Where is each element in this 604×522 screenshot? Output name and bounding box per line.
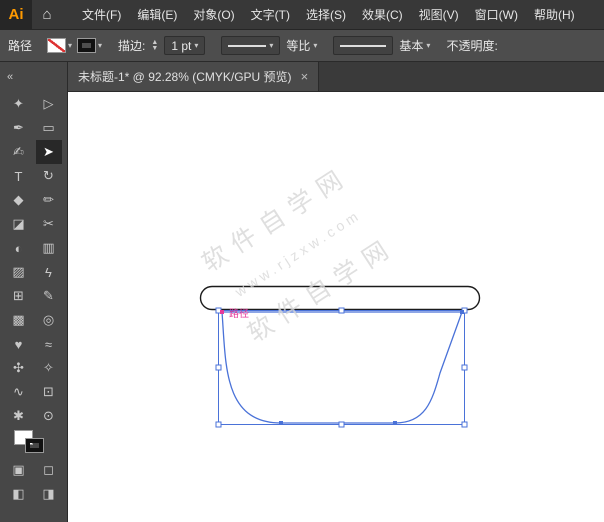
tool-grid: ✦ ▷ ✒ ▭ ✍ ➤ T ↻ ◆ ✏ ◪ ✂ ◐ ▥ ▨ ϟ ⊞ ✎ ▩ ◎ ♥ ≈ ✣ ✧ ∿ ⊡ ✱ ⊙ xyxy=(0,92,67,428)
width-profile-preview xyxy=(228,44,267,47)
stroke-swatch-caret-icon[interactable]: ▾ xyxy=(98,41,102,50)
stroke-indicator[interactable] xyxy=(26,439,43,452)
menu-view[interactable]: 视图(V) xyxy=(411,0,467,30)
document-tab-title: 未标题-1* @ 92.28% (CMYK/GPU 预览) xyxy=(78,70,292,84)
collapse-toolbar-button[interactable]: « xyxy=(0,62,67,92)
fill-stroke-indicator[interactable] xyxy=(15,431,55,457)
highlighted-anchor[interactable] xyxy=(220,310,224,314)
anchor-points[interactable] xyxy=(220,310,464,425)
draw-behind-mode-tool[interactable]: ◻ xyxy=(36,458,62,482)
type-tool[interactable]: T xyxy=(6,164,32,188)
pencil-tool[interactable]: ✏ xyxy=(36,188,62,212)
pen-tool[interactable]: ✒ xyxy=(6,116,32,140)
shaper-tool[interactable]: ⊞ xyxy=(6,284,32,308)
brush-definition-label: 基本 xyxy=(399,39,424,53)
menu-object[interactable]: 对象(O) xyxy=(185,0,242,30)
change-screen-mode-tool[interactable]: ◨ xyxy=(36,482,62,506)
tab-close-icon[interactable]: × xyxy=(301,69,309,84)
mesh-tool[interactable]: ▨ xyxy=(6,260,32,284)
fill-swatch-caret-icon[interactable]: ▾ xyxy=(68,41,72,50)
main-area: « ✦ ▷ ✒ ▭ ✍ ➤ T ↻ ◆ ✏ ◪ ✂ ◐ ▥ ▨ ϟ ⊞ ✎ ▩ ◎ ♥ ≈ ✣ ✧ ∿ ⊡ ✱ ⊙ ▣ ◻ ◧ ◨ 未标题-… xyxy=(0,62,604,522)
selection-type-label: 路径 xyxy=(8,39,33,53)
draw-normal-mode-tool[interactable]: ▣ xyxy=(6,458,32,482)
hand-tool[interactable]: ✱ xyxy=(6,404,32,428)
artboard-drawing: 路径 xyxy=(199,285,481,428)
width-tool-tool[interactable]: ✣ xyxy=(6,356,32,380)
menu-items: 文件(F) 编辑(E) 对象(O) 文字(T) 选择(S) 效果(C) 视图(V) 窗口(W)… xyxy=(74,0,583,30)
smooth-tool[interactable]: ∿ xyxy=(6,380,32,404)
tool-grid-bottom: ▣ ◻ ◧ ◨ xyxy=(0,458,67,506)
magic-wand-tool[interactable]: ✦ xyxy=(6,92,32,116)
pill-rectangle-shape[interactable] xyxy=(199,285,481,311)
illustrator-window: Ai ⌂ 文件(F) 编辑(E) 对象(O) 文字(T) 选择(S) 效果(C) 视图(V)… xyxy=(0,0,604,522)
menu-type[interactable]: 文字(T) xyxy=(243,0,298,30)
selected-basket-path[interactable] xyxy=(221,311,463,424)
symbol-sprayer-tool[interactable]: ◎ xyxy=(36,308,62,332)
stroke-weight-stepper[interactable]: ▲ ▼ xyxy=(151,39,158,52)
menu-file[interactable]: 文件(F) xyxy=(74,0,129,30)
blend-tool[interactable]: ≈ xyxy=(36,332,62,356)
direct-selection-tool[interactable]: ▷ xyxy=(36,92,62,116)
brush-definition-dropdown[interactable] xyxy=(333,36,394,55)
stroke-weight-label: 描边: xyxy=(118,39,146,53)
column-graph-tool[interactable]: ▥ xyxy=(36,236,62,260)
knife-tool[interactable]: ◆ xyxy=(6,188,32,212)
curvature-tool[interactable]: ✎ xyxy=(36,284,62,308)
path-type-tooltip: 路径 xyxy=(229,307,249,320)
menu-bar: Ai ⌂ 文件(F) 编辑(E) 对象(O) 文字(T) 选择(S) 效果(C) 视图(V)… xyxy=(0,0,604,30)
document-tab[interactable]: 未标题-1* @ 92.28% (CMYK/GPU 预览) × xyxy=(68,62,320,91)
width-profile-caret-icon: ▾ xyxy=(269,41,274,50)
menu-window[interactable]: 窗口(W) xyxy=(467,0,526,30)
brush-definition-preview xyxy=(340,44,387,47)
control-bar: 路径 ▾ ▾ 描边: ▲ ▼ 1 pt ▾ ▾ 等比 ▾ 基本 ▾ 不透明度: xyxy=(0,30,604,62)
perspective-grid-tool[interactable]: ▩ xyxy=(6,308,32,332)
menu-effect[interactable]: 效果(C) xyxy=(354,0,411,30)
width-profile-label-caret-icon[interactable]: ▾ xyxy=(313,41,317,50)
stroke-color-swatch[interactable] xyxy=(78,39,96,52)
width-profile-dropdown[interactable]: ▾ xyxy=(221,36,281,55)
screen-mode-tool[interactable]: ◧ xyxy=(6,482,32,506)
zoom-tool[interactable]: ⊙ xyxy=(36,404,62,428)
home-icon[interactable]: ⌂ xyxy=(32,6,62,23)
gradient-tool[interactable]: ◐ xyxy=(6,236,32,260)
document-area: 未标题-1* @ 92.28% (CMYK/GPU 预览) × 软件自学网 ww… xyxy=(68,62,604,522)
app-logo: Ai xyxy=(0,0,32,30)
fill-color-swatch[interactable] xyxy=(48,39,66,52)
eraser-tool[interactable]: ◪ xyxy=(6,212,32,236)
slice-tool[interactable]: ϟ xyxy=(36,260,62,284)
stroke-weight-value: 1 pt xyxy=(171,38,192,53)
canvas[interactable]: 软件自学网 www.rjzxw.com 软件自学网 路径 xyxy=(68,92,604,522)
stroke-weight-caret-icon: ▾ xyxy=(194,41,199,50)
menu-help[interactable]: 帮助(H) xyxy=(526,0,583,30)
rectangle-tool[interactable]: ▭ xyxy=(36,116,62,140)
selection-tool[interactable]: ➤ xyxy=(35,140,62,164)
selection-handles[interactable] xyxy=(215,307,468,428)
eyedropper-tool[interactable]: ✧ xyxy=(36,356,62,380)
menu-edit[interactable]: 编辑(E) xyxy=(129,0,185,30)
selection-bounding-box xyxy=(218,310,465,425)
paintbrush-tool[interactable]: ✍ xyxy=(6,140,32,164)
artboard-tool[interactable]: ⊡ xyxy=(36,380,62,404)
brush-definition-caret-icon[interactable]: ▾ xyxy=(426,41,430,50)
tools-panel: « ✦ ▷ ✒ ▭ ✍ ➤ T ↻ ◆ ✏ ◪ ✂ ◐ ▥ ▨ ϟ ⊞ ✎ ▩ ◎ ♥ ≈ ✣ ✧ ∿ ⊡ ✱ ⊙ ▣ ◻ ◧ ◨ xyxy=(0,62,68,522)
opacity-label: 不透明度: xyxy=(446,39,498,53)
width-profile-label: 等比 xyxy=(286,39,311,53)
stroke-weight-field[interactable]: 1 pt ▾ xyxy=(164,36,206,55)
menu-select[interactable]: 选择(S) xyxy=(298,0,354,30)
shape-builder-tool[interactable]: ♥ xyxy=(6,332,32,356)
scissors-tool[interactable]: ✂ xyxy=(36,212,62,236)
tab-bar: 未标题-1* @ 92.28% (CMYK/GPU 预览) × xyxy=(68,62,604,92)
rotate-tool[interactable]: ↻ xyxy=(36,164,62,188)
